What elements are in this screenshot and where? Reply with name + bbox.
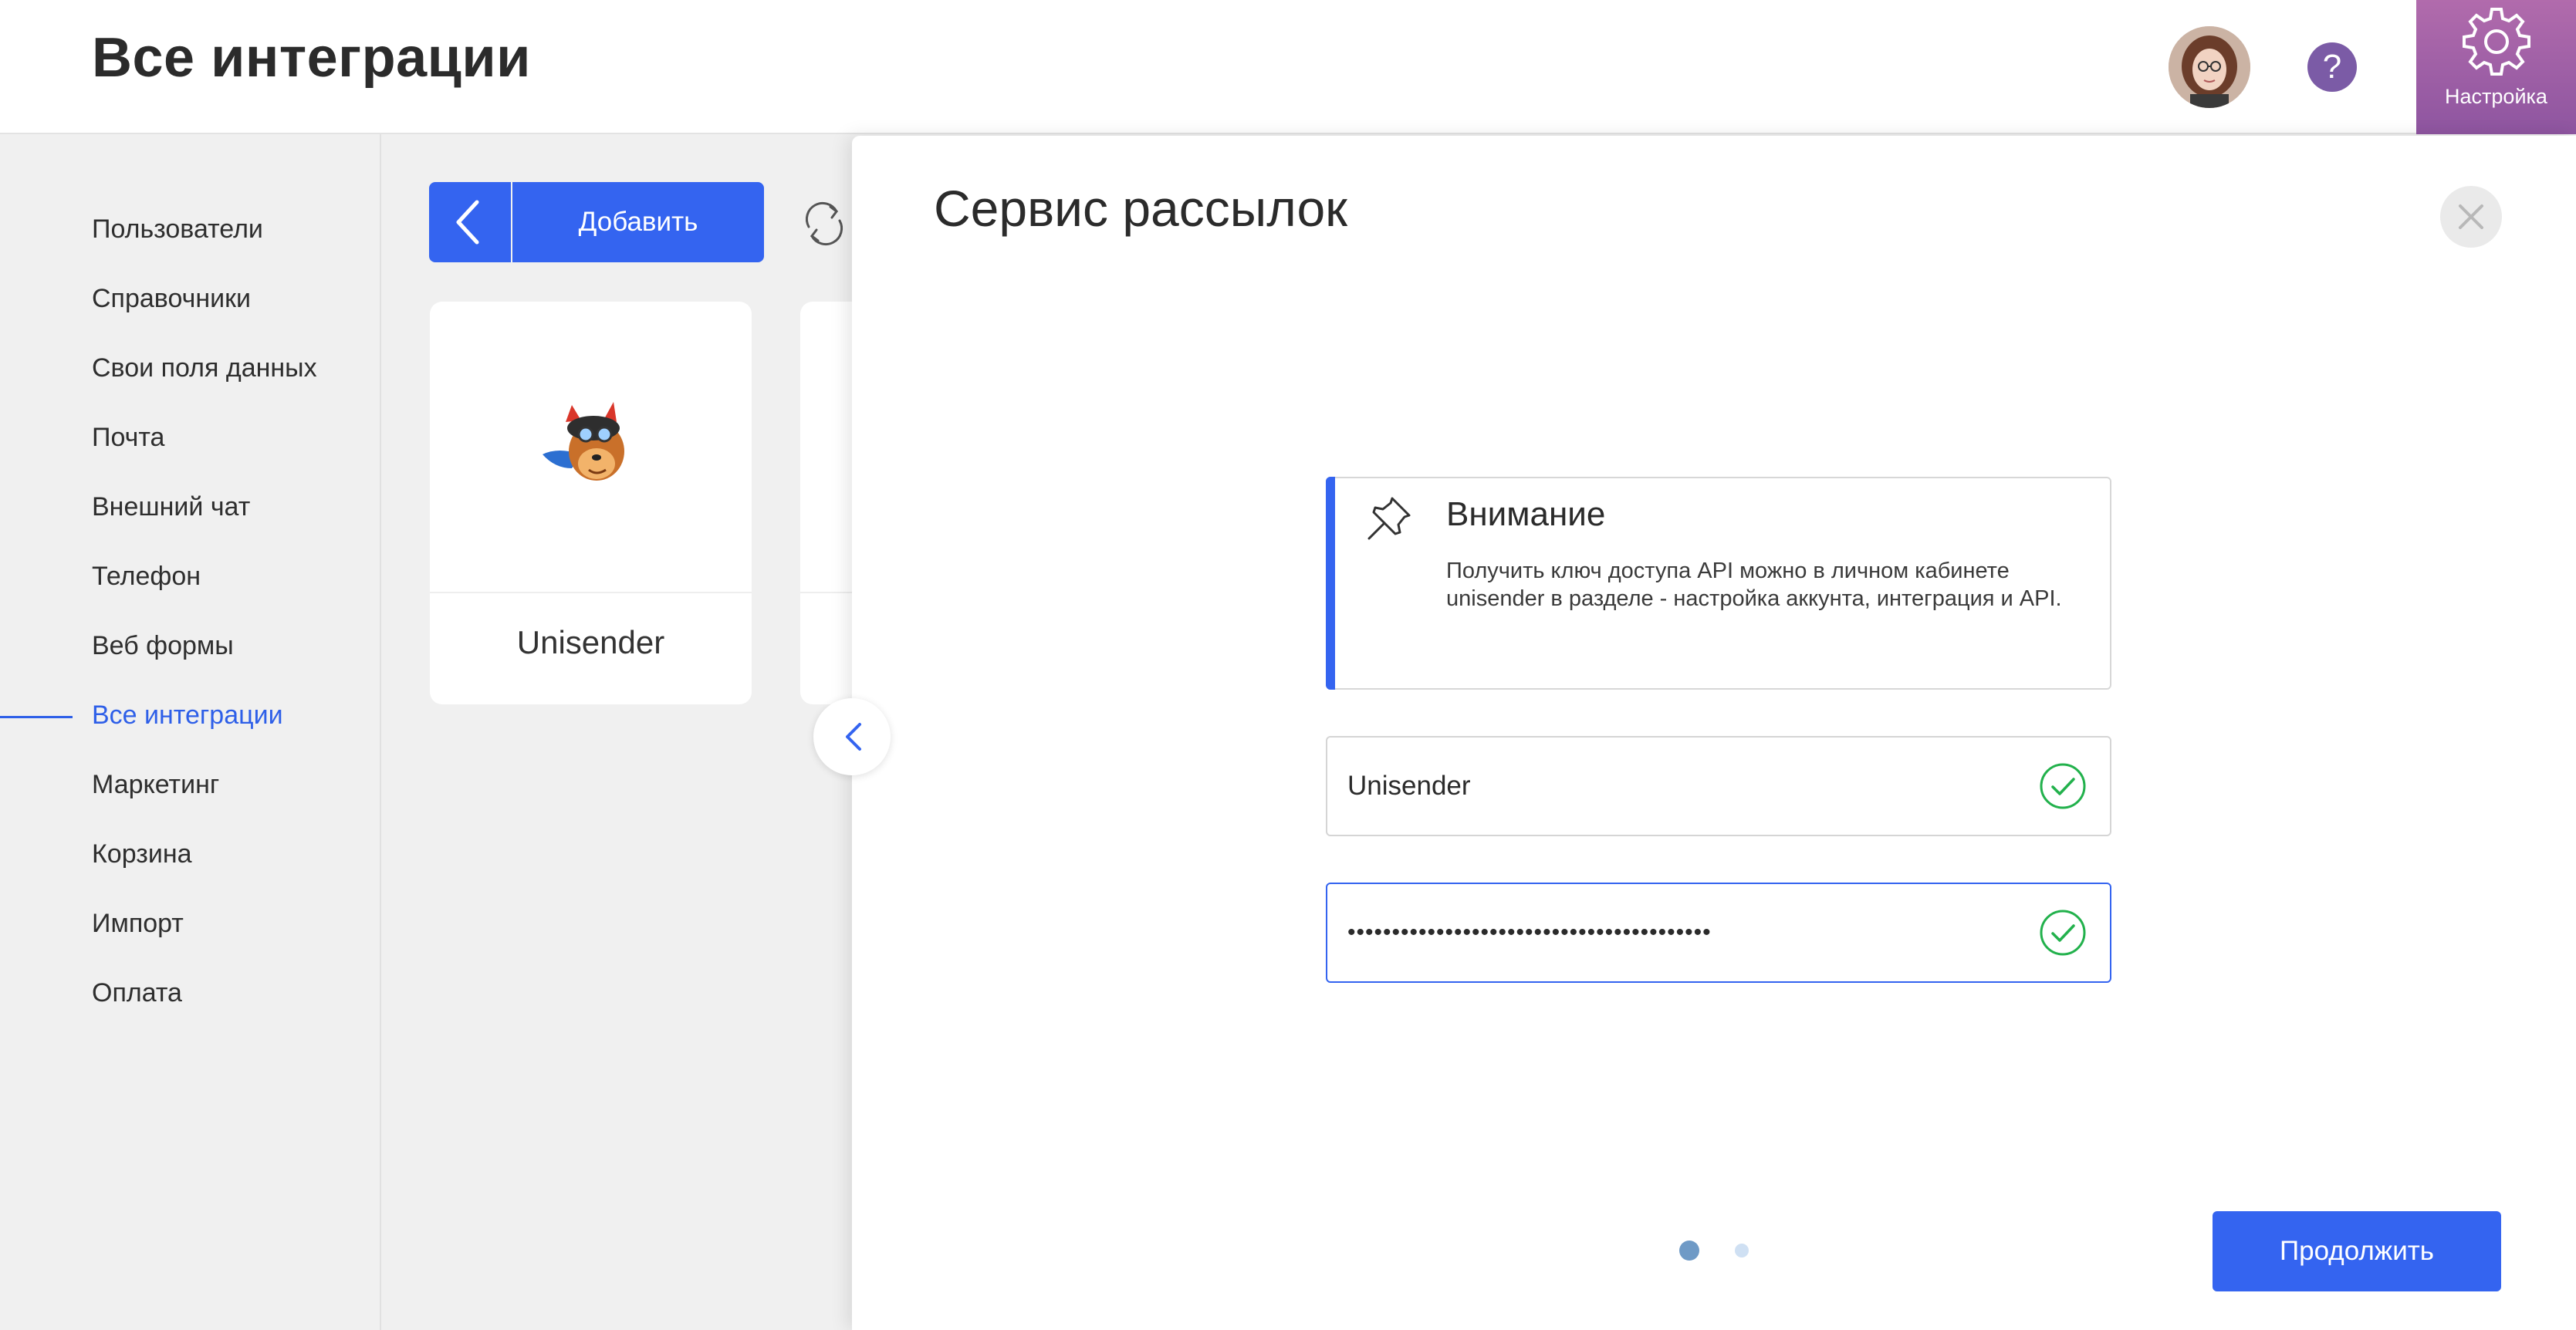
check-circle-icon [2040, 910, 2086, 956]
step-dot[interactable] [1735, 1244, 1749, 1257]
pin-icon [1367, 497, 1411, 540]
api-key-field[interactable]: ••••••••••••••••••••••••••••••••••••••••… [1326, 883, 2111, 983]
panel-title: Сервис рассылок [934, 180, 1348, 237]
sidebar-item-users[interactable]: Пользователи [92, 214, 263, 245]
card-label: Unisender [516, 624, 665, 660]
service-name-value: Unisender [1347, 771, 1471, 801]
sidebar-item-references[interactable]: Справочники [92, 284, 251, 314]
integration-panel: Сервис рассылок Внимание Получить ключ д… [852, 136, 2576, 1330]
step-dot-active[interactable] [1679, 1241, 1699, 1261]
service-name-field[interactable]: Unisender [1326, 736, 2111, 836]
sidebar-item-mail[interactable]: Почта [92, 423, 164, 453]
notice-accent [1326, 477, 1335, 690]
help-button[interactable]: ? [2307, 42, 2357, 92]
question-icon: ? [2322, 48, 2342, 86]
notice-title: Внимание [1446, 495, 1606, 533]
active-indicator [0, 716, 73, 718]
settings-button[interactable]: Настройка [2416, 0, 2576, 134]
sidebar-item-payment[interactable]: Оплата [92, 978, 182, 1008]
integration-card-unisender[interactable]: Unisender [430, 302, 752, 704]
sidebar-item-phone[interactable]: Телефон [92, 562, 201, 592]
sidebar-item-web-forms[interactable]: Веб формы [92, 631, 234, 661]
check-circle-icon [2040, 763, 2086, 809]
refresh-icon[interactable] [800, 199, 849, 248]
notice-box: Внимание Получить ключ доступа API можно… [1326, 477, 2111, 690]
top-bar: Все интеграции ? Настройка [0, 0, 2576, 134]
chevron-left-icon [846, 723, 861, 751]
continue-button[interactable]: Продолжить [2213, 1211, 2501, 1291]
notice-text: Получить ключ доступа API можно в личном… [1446, 559, 2062, 611]
unisender-dog-logo [543, 402, 624, 481]
gear-icon [2463, 8, 2530, 76]
settings-label: Настройка [2445, 85, 2547, 108]
sidebar-item-custom-fields[interactable]: Свои поля данных [92, 353, 317, 383]
sidebar-item-external-chat[interactable]: Внешний чат [92, 492, 250, 522]
close-icon [2459, 204, 2483, 229]
chevron-left-icon [456, 200, 479, 245]
sidebar-item-marketing[interactable]: Маркетинг [92, 770, 219, 800]
sidebar: Пользователи Справочники Свои поля данны… [0, 134, 381, 1330]
back-button[interactable] [429, 182, 511, 262]
avatar[interactable] [2169, 26, 2250, 108]
page-title: Все интеграции [92, 27, 531, 89]
api-key-value: ••••••••••••••••••••••••••••••••••••••••… [1347, 920, 1712, 945]
avatar-image [2169, 26, 2250, 108]
sidebar-item-import[interactable]: Импорт [92, 909, 184, 939]
card-divider [430, 592, 752, 593]
sidebar-item-all-integrations[interactable]: Все интеграции [92, 700, 283, 731]
add-button[interactable]: Добавить [512, 182, 764, 262]
collapse-panel-button[interactable] [813, 698, 891, 775]
close-button[interactable] [2440, 186, 2502, 248]
sidebar-item-cart[interactable]: Корзина [92, 839, 192, 869]
